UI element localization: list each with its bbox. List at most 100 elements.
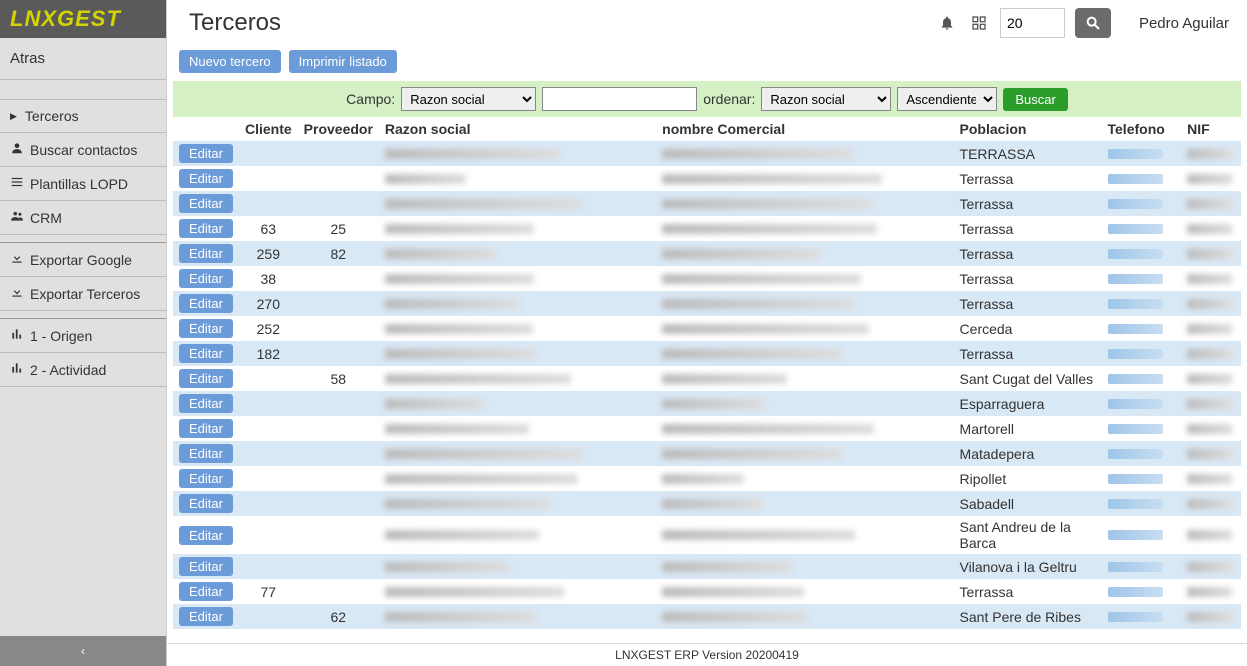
cell-nif xyxy=(1181,241,1241,266)
edit-button[interactable]: Editar xyxy=(179,269,233,288)
user-name[interactable]: Pedro Aguilar xyxy=(1139,15,1229,32)
edit-button[interactable]: Editar xyxy=(179,244,233,263)
th-proveedor[interactable]: Proveedor xyxy=(298,117,379,141)
cell-telefono xyxy=(1102,579,1182,604)
cell-razon xyxy=(379,554,656,579)
table-row: Editar182Terrassa xyxy=(173,341,1241,366)
grid-icon[interactable] xyxy=(968,12,990,34)
edit-button[interactable]: Editar xyxy=(179,607,233,626)
cell-telefono xyxy=(1102,554,1182,579)
edit-button[interactable]: Editar xyxy=(179,194,233,213)
search-button[interactable] xyxy=(1075,8,1111,38)
th-telefono[interactable]: Telefono xyxy=(1102,117,1182,141)
edit-button[interactable]: Editar xyxy=(179,419,233,438)
footer-version: LNXGEST ERP Version 20200419 xyxy=(167,643,1247,666)
cell-cliente: 63 xyxy=(239,216,298,241)
ordenar-label: ordenar: xyxy=(703,91,755,107)
page-size-input[interactable] xyxy=(1000,8,1065,38)
edit-button[interactable]: Editar xyxy=(179,169,233,188)
edit-button[interactable]: Editar xyxy=(179,582,233,601)
edit-button[interactable]: Editar xyxy=(179,526,233,545)
cell-proveedor xyxy=(298,554,379,579)
cell-poblacion: Sant Pere de Ribes xyxy=(954,604,1102,629)
edit-button[interactable]: Editar xyxy=(179,219,233,238)
th-nif[interactable]: NIF xyxy=(1181,117,1241,141)
edit-button[interactable]: Editar xyxy=(179,394,233,413)
filter-bar: Campo: Razon social ordenar: Razon socia… xyxy=(173,81,1241,117)
main-content: Terceros Pedro Aguilar Nuevo tercero Imp… xyxy=(167,0,1247,666)
sidebar-item-label: CRM xyxy=(30,210,62,226)
th-poblacion[interactable]: Poblacion xyxy=(954,117,1102,141)
cell-proveedor: 58 xyxy=(298,366,379,391)
th-cliente[interactable]: Cliente xyxy=(239,117,298,141)
filter-text-input[interactable] xyxy=(542,87,697,111)
sidebar-item-label: 1 - Origen xyxy=(30,328,92,344)
sidebar-item-exportar-google[interactable]: Exportar Google xyxy=(0,243,166,277)
cell-nombre xyxy=(656,391,953,416)
edit-button[interactable]: Editar xyxy=(179,144,233,163)
sidebar-item-label: Plantillas LOPD xyxy=(30,176,128,192)
cell-cliente xyxy=(239,441,298,466)
cell-poblacion: Ripollet xyxy=(954,466,1102,491)
cell-proveedor xyxy=(298,341,379,366)
edit-button[interactable]: Editar xyxy=(179,344,233,363)
sidebar-item-label: Exportar Google xyxy=(30,252,132,268)
sidebar-item-crm[interactable]: CRM xyxy=(0,201,166,235)
cell-nif xyxy=(1181,316,1241,341)
cell-poblacion: Martorell xyxy=(954,416,1102,441)
cell-poblacion: Terrassa xyxy=(954,579,1102,604)
chart-icon xyxy=(10,361,24,378)
new-tercero-button[interactable]: Nuevo tercero xyxy=(179,50,281,73)
cell-cliente xyxy=(239,416,298,441)
table-row: EditarSant Andreu de la Barca xyxy=(173,516,1241,554)
cell-proveedor xyxy=(298,291,379,316)
cell-cliente xyxy=(239,604,298,629)
cell-nombre xyxy=(656,191,953,216)
cell-poblacion: Terrassa xyxy=(954,266,1102,291)
table-row: Editar Terrassa xyxy=(173,166,1241,191)
th-nombre[interactable]: nombre Comercial xyxy=(656,117,953,141)
download-icon xyxy=(10,251,24,268)
th-razon[interactable]: Razon social xyxy=(379,117,656,141)
print-list-button[interactable]: Imprimir listado xyxy=(289,50,397,73)
cell-nif xyxy=(1181,166,1241,191)
sidebar-item-2---actividad[interactable]: 2 - Actividad xyxy=(0,353,166,387)
campo-select[interactable]: Razon social xyxy=(401,87,536,111)
cell-cliente xyxy=(239,191,298,216)
sidebar-item-plantillas-lopd[interactable]: Plantillas LOPD xyxy=(0,167,166,201)
edit-button[interactable]: Editar xyxy=(179,469,233,488)
sidebar-item-exportar-terceros[interactable]: Exportar Terceros xyxy=(0,277,166,311)
cell-nif xyxy=(1181,366,1241,391)
cell-nif xyxy=(1181,341,1241,366)
edit-button[interactable]: Editar xyxy=(179,494,233,513)
brand-logo: LNXGEST xyxy=(0,0,166,38)
sidebar-collapse[interactable]: ‹ xyxy=(0,636,166,666)
edit-button[interactable]: Editar xyxy=(179,557,233,576)
edit-button[interactable]: Editar xyxy=(179,369,233,388)
cell-poblacion: Terrassa xyxy=(954,291,1102,316)
buscar-button[interactable]: Buscar xyxy=(1003,88,1067,111)
cell-poblacion: Matadepera xyxy=(954,441,1102,466)
sidebar-item-terceros[interactable]: Terceros xyxy=(0,100,166,133)
bell-icon[interactable] xyxy=(936,12,958,34)
cell-razon xyxy=(379,441,656,466)
cell-razon xyxy=(379,604,656,629)
ordenar-select[interactable]: Razon social xyxy=(761,87,891,111)
sidebar-item-buscar-contactos[interactable]: Buscar contactos xyxy=(0,133,166,167)
direction-select[interactable]: Ascendiente xyxy=(897,87,997,111)
cell-nif xyxy=(1181,441,1241,466)
cell-poblacion: Terrassa xyxy=(954,191,1102,216)
cell-telefono xyxy=(1102,191,1182,216)
edit-button[interactable]: Editar xyxy=(179,319,233,338)
cell-poblacion: Terrassa xyxy=(954,166,1102,191)
cell-nombre xyxy=(656,516,953,554)
cell-telefono xyxy=(1102,466,1182,491)
edit-button[interactable]: Editar xyxy=(179,294,233,313)
chevron-left-icon: ‹ xyxy=(81,644,85,658)
cell-nombre xyxy=(656,266,953,291)
cell-proveedor xyxy=(298,141,379,166)
sidebar-item-1---origen[interactable]: 1 - Origen xyxy=(0,319,166,353)
sidebar-back[interactable]: Atras xyxy=(0,38,166,80)
users-icon xyxy=(10,209,24,226)
edit-button[interactable]: Editar xyxy=(179,444,233,463)
